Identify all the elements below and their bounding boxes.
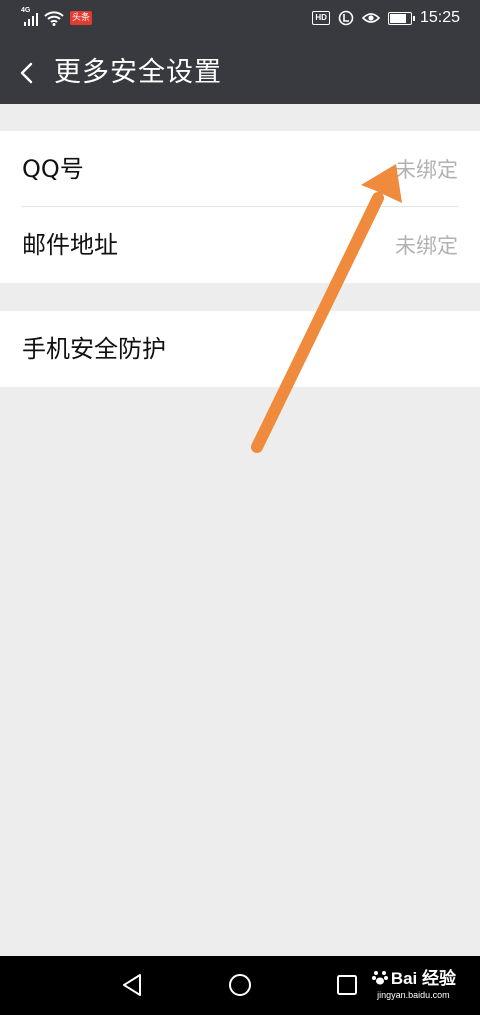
toutiao-app-icon: 头条 — [70, 11, 93, 25]
circle-home-icon — [229, 974, 251, 996]
watermark-url: jingyan.baidu.com — [377, 990, 450, 1000]
row-label: 手机安全防护 — [22, 335, 166, 363]
status-bar: 4G 头条 HD 15:25 — [0, 0, 480, 42]
title-bar: 更多安全设置 — [0, 42, 480, 104]
nav-recents-button[interactable] — [332, 970, 362, 1000]
square-recents-icon — [337, 975, 357, 995]
battery-level — [389, 13, 406, 23]
triangle-back-icon — [123, 974, 141, 996]
chevron-left-icon — [20, 62, 33, 84]
baidu-jingyan-watermark: Bai 经验 jingyan.baidu.com — [371, 964, 456, 1000]
qq-number-row[interactable]: QQ号 未绑定 — [0, 131, 480, 207]
status-left: 4G 头条 — [21, 7, 93, 26]
row-value: 未绑定 — [395, 158, 458, 182]
data-saver-icon — [338, 10, 354, 26]
row-label: QQ号 — [22, 155, 84, 183]
eye-comfort-icon — [361, 13, 380, 23]
email-address-row[interactable]: 邮件地址 未绑定 — [0, 207, 480, 283]
settings-group-bindings: QQ号 未绑定 邮件地址 未绑定 — [0, 131, 480, 283]
page-title: 更多安全设置 — [54, 57, 222, 88]
status-right: HD 15:25 — [312, 9, 460, 27]
phone-security-row[interactable]: 手机安全防护 — [0, 311, 480, 387]
row-value: 未绑定 — [395, 234, 458, 258]
network-type: 4G — [21, 7, 31, 14]
clock: 15:25 — [419, 9, 460, 26]
watermark-logo: Bai 经验 — [371, 964, 456, 989]
nav-home-button[interactable] — [225, 970, 255, 1000]
settings-group-security: 手机安全防护 — [0, 311, 480, 387]
system-nav-bar: Bai 经验 jingyan.baidu.com — [0, 956, 480, 1015]
watermark-brand: Bai 经验 — [390, 969, 456, 988]
row-label: 邮件地址 — [22, 231, 118, 259]
back-button[interactable] — [12, 56, 44, 90]
cell-signal-icon: 4G — [21, 7, 38, 26]
battery-icon — [387, 11, 415, 25]
wifi-icon — [44, 11, 64, 26]
nav-back-button[interactable] — [118, 970, 148, 1000]
paw-icon — [371, 970, 388, 984]
hd-icon: HD — [312, 11, 330, 25]
